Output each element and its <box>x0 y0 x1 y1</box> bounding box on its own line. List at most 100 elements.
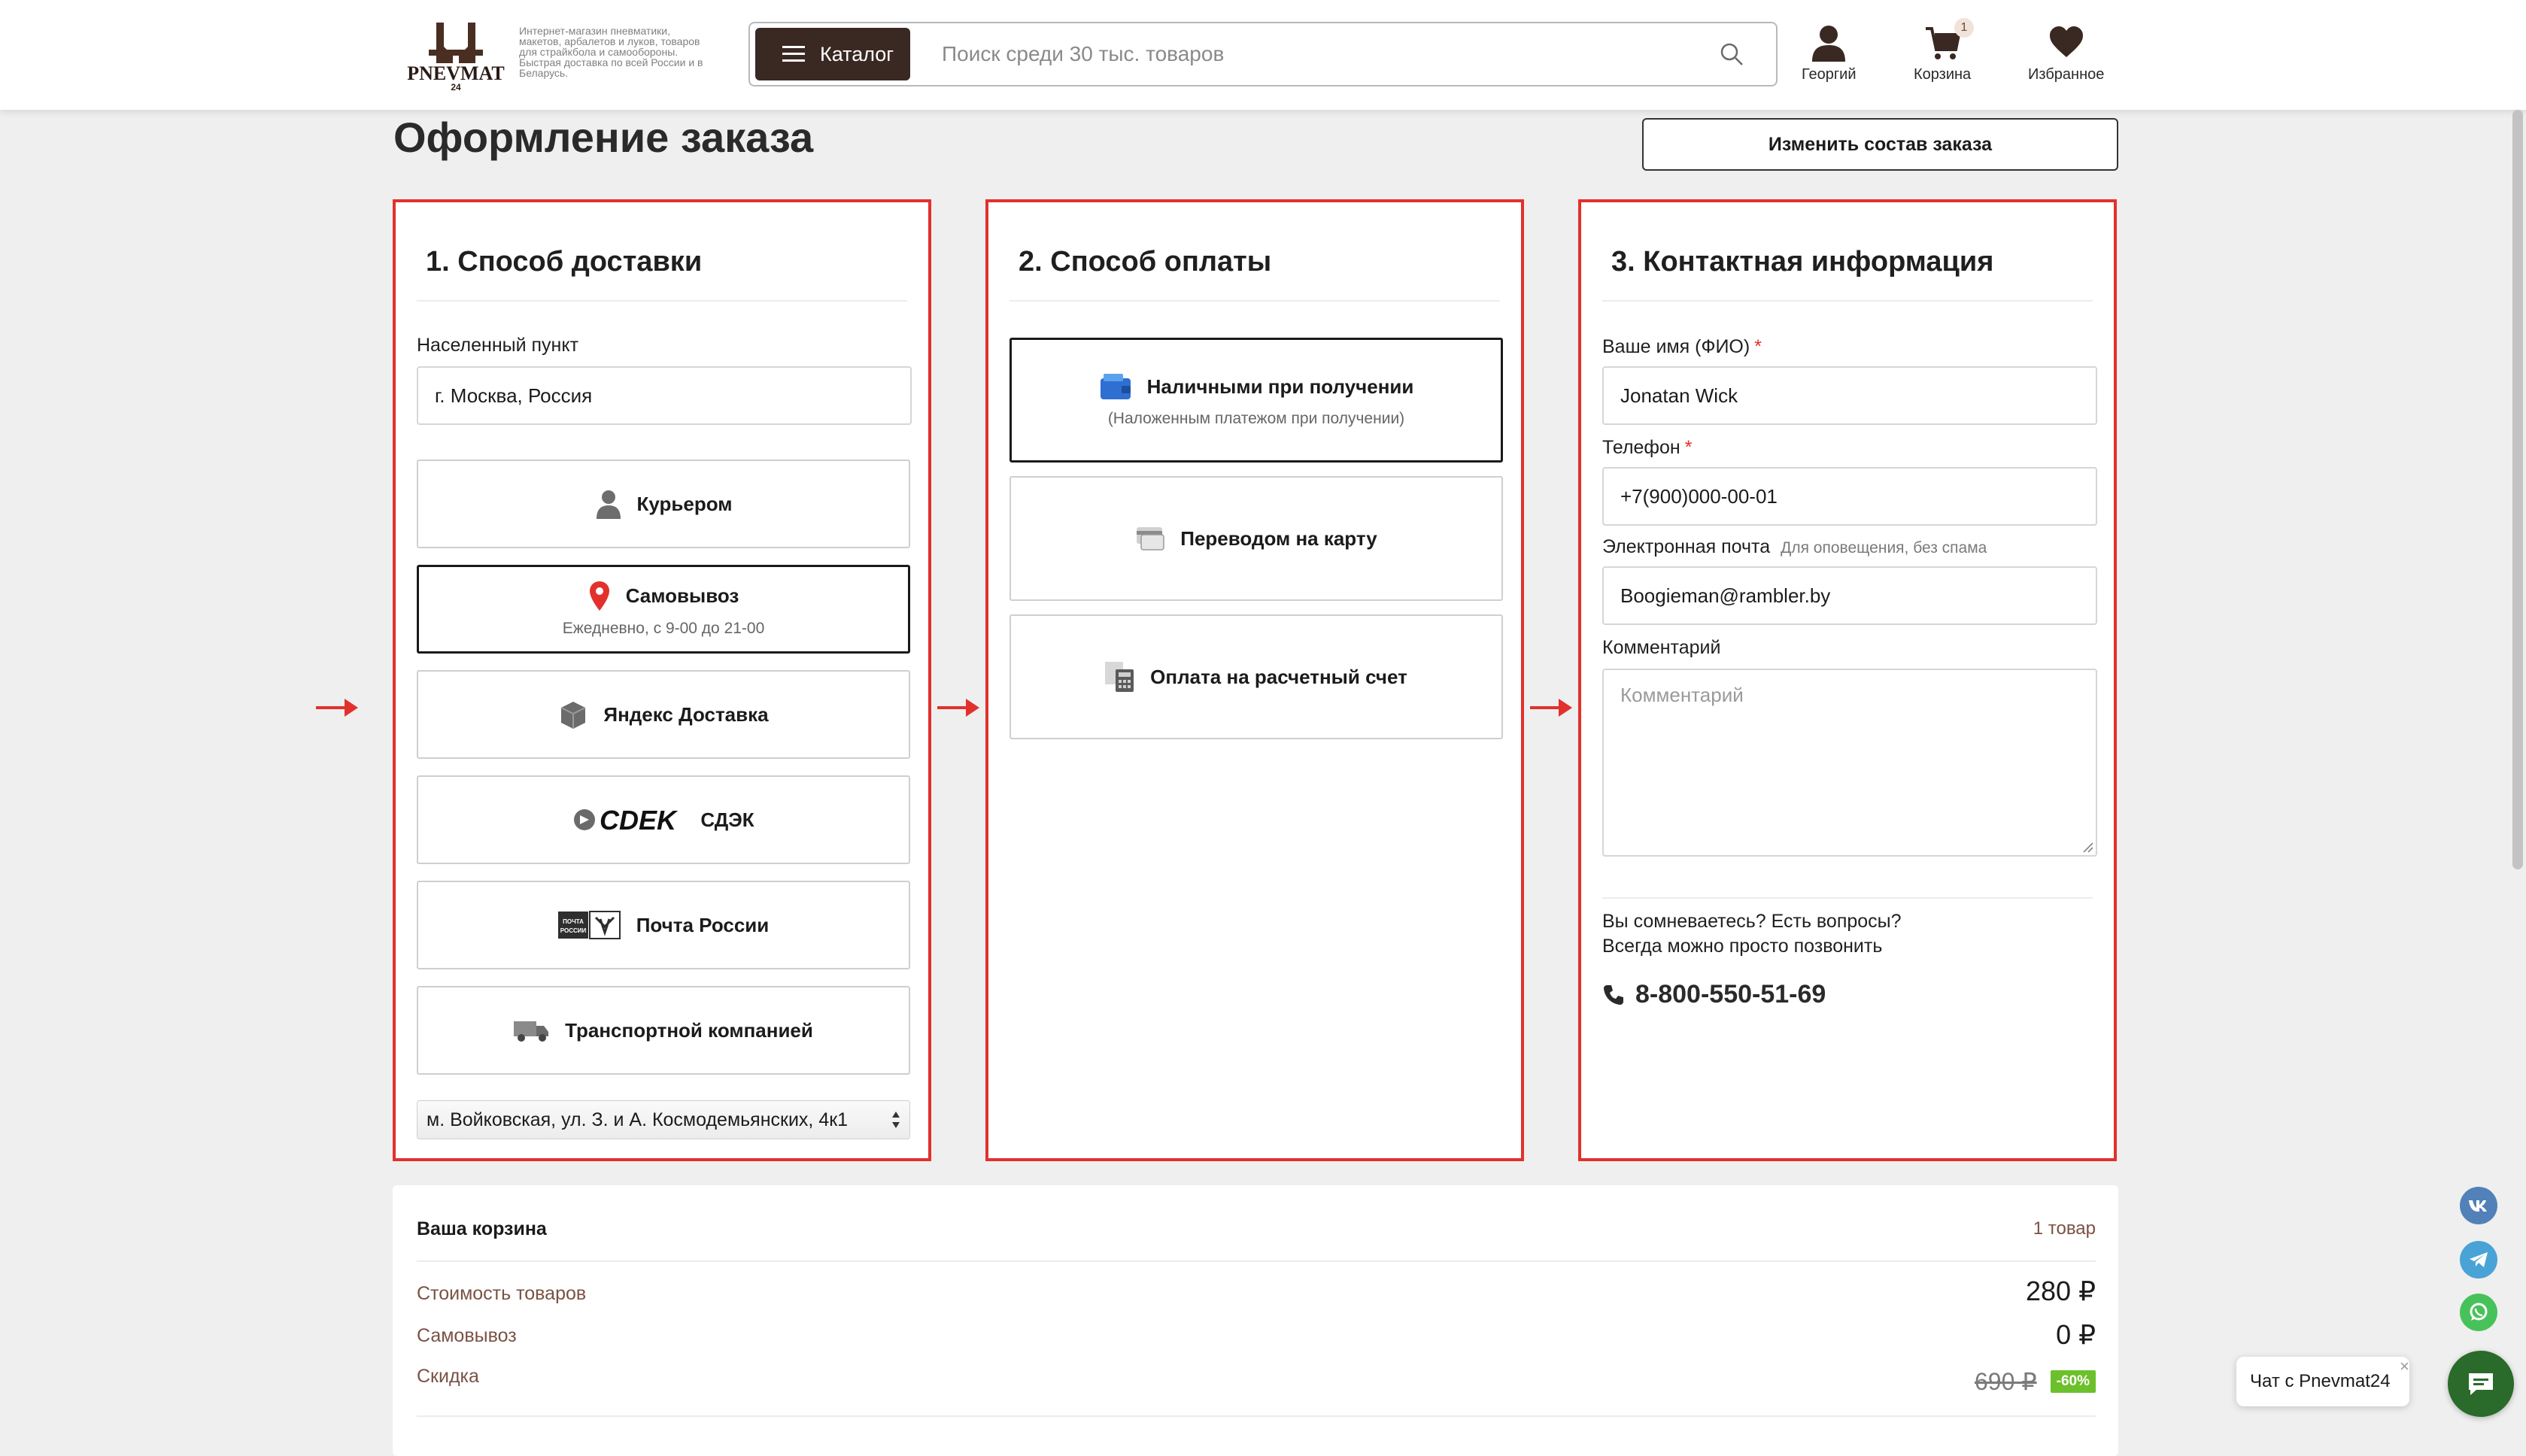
pickup-point-select[interactable]: м. Войковская, ул. З. и А. Космодемьянск… <box>417 1100 910 1139</box>
favorites-link[interactable]: Избранное <box>2028 24 2104 83</box>
phone-label-text: Телефон <box>1602 437 1680 458</box>
help-line: Вы сомневаетесь? Есть вопросы? <box>1602 911 1902 932</box>
site-tagline: Интернет-магазин пневматики, макетов, ар… <box>519 25 703 79</box>
delivery-option-label: Самовывоз <box>625 584 739 607</box>
cart-discount: 690 ₽ -60% <box>1975 1367 2096 1396</box>
divider <box>417 1260 2096 1262</box>
svg-text:PNEVMAT: PNEVMAT <box>407 62 505 84</box>
pickup-hours: Ежедневно, с 9-00 до 21-00 <box>562 620 765 637</box>
payment-option-card[interactable]: Переводом на карту <box>1009 476 1503 601</box>
divider <box>1602 897 2093 899</box>
cdek-logo: CDEK <box>572 805 685 835</box>
chat-label: Чат с Pnevmat24 <box>2250 1371 2391 1391</box>
select-arrows-icon <box>892 1112 900 1128</box>
user-label: Георгий <box>1802 66 1857 83</box>
user-account-link[interactable]: Георгий <box>1802 24 1857 83</box>
change-order-button[interactable]: Изменить состав заказа <box>1642 118 2118 171</box>
arrow-right-icon <box>937 699 979 717</box>
required-mark: * <box>1754 336 1762 357</box>
required-mark: * <box>1684 437 1693 458</box>
divider <box>1602 300 2093 302</box>
whatsapp-icon[interactable] <box>2460 1294 2497 1331</box>
email-label: Электронная почта Для оповещения, без спа… <box>1602 536 1987 558</box>
email-input[interactable] <box>1602 566 2097 625</box>
delivery-option-pickup[interactable]: Самовывоз Ежедневно, с 9-00 до 21-00 <box>417 565 910 654</box>
cart-item-count: 1 товар <box>2033 1218 2096 1239</box>
old-price: 690 ₽ <box>1975 1368 2037 1395</box>
help-text: Вы сомневаетесь? Есть вопросы? Всегда мо… <box>1602 909 1902 959</box>
page-scrollbar[interactable] <box>2512 110 2523 869</box>
map-pin-icon <box>588 581 611 611</box>
payment-section: 2. Способ оплаты Наличными при получении… <box>985 199 1524 1161</box>
name-label: Ваше имя (ФИО) * <box>1602 336 1762 358</box>
divider <box>1009 300 1500 302</box>
catalog-button[interactable]: Каталог <box>755 28 910 80</box>
delivery-option-label: Транспортной компанией <box>565 1018 813 1042</box>
payment-option-label: Переводом на карту <box>1180 526 1377 550</box>
vk-icon[interactable] <box>2460 1187 2497 1224</box>
payment-option-label: Наличными при получении <box>1146 375 1414 398</box>
phone-icon <box>1604 984 1623 1005</box>
pnevmat-logo[interactable]: PNEVMAT 24 <box>406 17 506 92</box>
courier-icon <box>595 489 622 519</box>
cart-row-value: 280 ₽ <box>2026 1276 2096 1306</box>
russian-post-logo: ПОЧТА РОССИИ <box>557 910 621 940</box>
cart-title: Ваша корзина <box>417 1218 547 1239</box>
user-icon <box>1812 26 1846 62</box>
catalog-label: Каталог <box>820 42 894 65</box>
search-input[interactable] <box>940 33 1693 75</box>
chat-button[interactable] <box>2448 1351 2514 1417</box>
help-line: Всегда можно просто позвонить <box>1602 936 1883 957</box>
burger-icon <box>782 46 805 62</box>
name-input[interactable] <box>1602 366 2097 425</box>
delivery-option-cdek[interactable]: CDEK СДЭК <box>417 775 910 864</box>
divider <box>417 300 907 302</box>
svg-text:CDEK: CDEK <box>600 805 679 835</box>
pickup-point-value: м. Войковская, ул. З. и А. Космодемьянск… <box>427 1109 849 1130</box>
discount-badge: -60% <box>2050 1370 2096 1393</box>
cart-row-label: Самовывоз <box>417 1325 517 1346</box>
comment-input[interactable] <box>1602 669 2097 857</box>
phone-input[interactable] <box>1602 467 2097 526</box>
email-hint: Для оповещения, без спама <box>1781 539 1987 557</box>
delivery-option-label: Курьером <box>636 492 733 515</box>
contact-title: 3. Контактная информация <box>1611 246 1994 278</box>
calculator-icon <box>1105 660 1135 693</box>
delivery-option-yandex[interactable]: Яндекс Доставка <box>417 670 910 759</box>
delivery-option-russian-post[interactable]: ПОЧТА РОССИИ Почта России <box>417 881 910 969</box>
name-label-text: Ваше имя (ФИО) <box>1602 336 1750 357</box>
support-phone-number: 8-800-550-51-69 <box>1635 980 1826 1009</box>
close-icon[interactable]: × <box>2400 1357 2409 1376</box>
delivery-title: 1. Способ доставки <box>426 246 703 278</box>
city-label: Населенный пункт <box>417 335 579 356</box>
cart-label: Корзина <box>1914 66 1972 83</box>
search-icon[interactable] <box>1720 42 1744 66</box>
city-input[interactable] <box>417 366 912 425</box>
delivery-option-transport[interactable]: Транспортной компанией <box>417 986 910 1075</box>
cart-summary: Ваша корзина 1 товар Стоимость товаров 2… <box>393 1185 2118 1456</box>
svg-text:ПОЧТА: ПОЧТА <box>563 918 584 925</box>
chat-bubble[interactable]: Чат с Pnevmat24 <box>2236 1357 2409 1406</box>
support-phone-link[interactable]: 8-800-550-51-69 <box>1602 980 1826 1009</box>
payment-option-bank-account[interactable]: Оплата на расчетный счет <box>1009 614 1503 739</box>
payment-option-cash[interactable]: Наличными при получении (Наложенным плат… <box>1009 338 1503 463</box>
card-icon <box>1135 526 1165 551</box>
svg-text:24: 24 <box>451 82 461 92</box>
comment-label: Комментарий <box>1602 637 1721 658</box>
delivery-section: 1. Способ доставки Населенный пункт Курь… <box>393 199 931 1161</box>
divider <box>417 1415 2096 1417</box>
cart-row-label: Скидка <box>417 1366 479 1387</box>
cart-row-label: Стоимость товаров <box>417 1283 587 1304</box>
resize-handle-icon[interactable] <box>2081 840 2094 854</box>
truck-icon <box>514 1018 550 1042</box>
wallet-icon <box>1099 372 1132 401</box>
delivery-option-label: СДЭК <box>700 808 754 831</box>
delivery-option-label: Яндекс Доставка <box>603 702 769 726</box>
telegram-icon[interactable] <box>2460 1241 2497 1279</box>
phone-label: Телефон * <box>1602 437 1692 459</box>
heart-icon <box>2049 26 2083 57</box>
delivery-option-courier[interactable]: Курьером <box>417 460 910 548</box>
arrow-right-icon <box>1530 699 1572 717</box>
chat-icon <box>2469 1373 2493 1395</box>
cart-row-value: 0 ₽ <box>2056 1319 2096 1350</box>
